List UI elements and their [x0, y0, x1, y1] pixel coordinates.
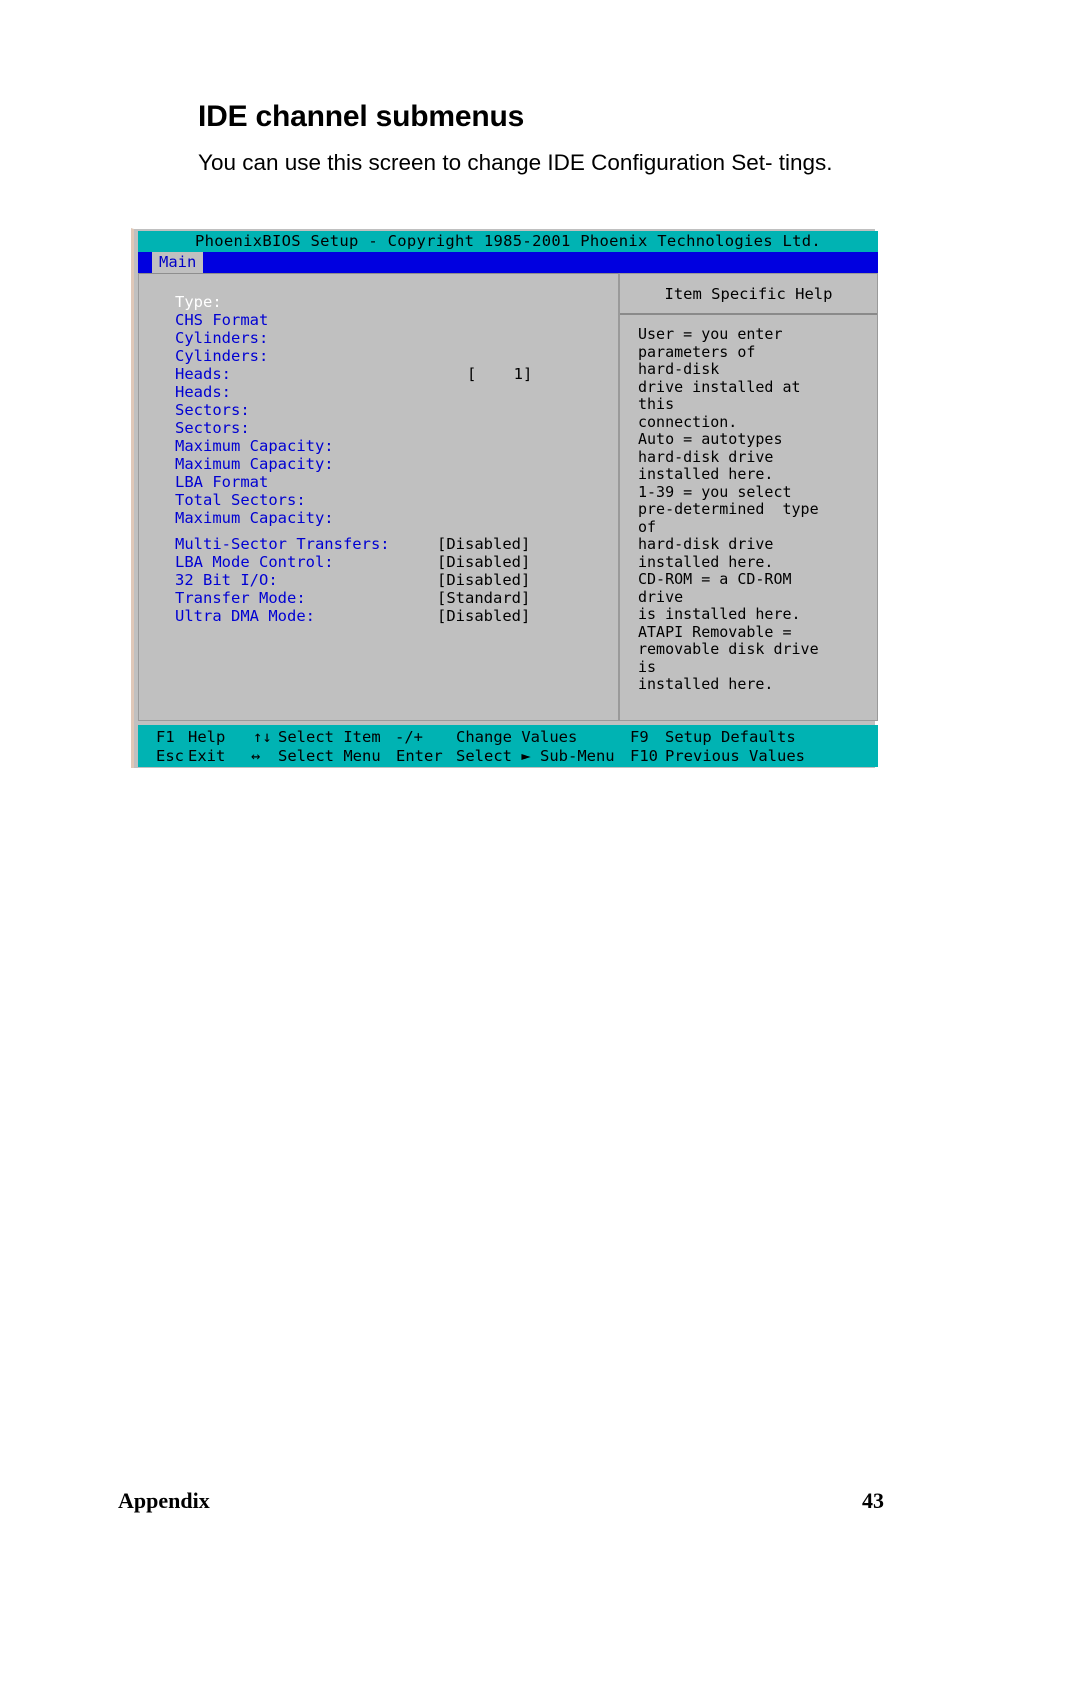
setting-label: Heads: — [175, 365, 231, 383]
page-title: IDE channel submenus — [198, 100, 525, 133]
setting-label: CHS Format — [175, 311, 269, 329]
setting-label: Transfer Mode: — [175, 589, 306, 607]
key-enter-action: Select ► Sub-Menu — [456, 747, 615, 765]
setting-label: 32 Bit I/O: — [175, 571, 278, 589]
key-updown[interactable]: ↑↓ — [253, 728, 272, 747]
key-legend-row-1: F1 Help ↑↓ Select Item -/+ Change Values… — [138, 728, 878, 747]
setting-row[interactable]: Maximum Capacity: — [175, 509, 605, 535]
setting-value[interactable]: [Disabled] — [437, 571, 530, 589]
setting-label: Total Sectors: — [175, 491, 306, 509]
setting-label: Heads: — [175, 383, 231, 401]
footer-page-number: 43 — [862, 1488, 884, 1513]
setting-label: Multi-Sector Transfers: — [175, 535, 390, 553]
setting-label: LBA Mode Control: — [175, 553, 334, 571]
bios-setup-screenshot: PhoenixBIOS Setup - Copyright 1985-2001 … — [131, 228, 878, 768]
setting-label: Sectors: — [175, 401, 250, 419]
setting-value[interactable]: [Disabled] — [437, 607, 530, 625]
bios-content-area: Type: CHS Format Cylinders: Cylinders: H… — [138, 273, 878, 723]
key-esc[interactable]: Esc — [156, 747, 184, 766]
tab-main[interactable]: Main — [152, 252, 204, 273]
setting-row[interactable]: Cylinders: — [175, 347, 605, 365]
setting-row[interactable]: 32 Bit I/O: [Disabled] — [175, 571, 605, 589]
help-panel-title: Item Specific Help — [620, 274, 877, 315]
key-legend-row-2: Esc Exit ↔ Select Menu Enter Select ► Su… — [138, 747, 878, 766]
bios-key-legend-bar: F1 Help ↑↓ Select Item -/+ Change Values… — [138, 725, 878, 767]
setting-row[interactable]: Total Sectors: — [175, 491, 605, 509]
setting-value[interactable]: [Disabled] — [437, 553, 530, 571]
setting-label: Maximum Capacity: — [175, 437, 334, 455]
bios-settings-panel: Type: CHS Format Cylinders: Cylinders: H… — [138, 273, 619, 721]
key-leftright-action: Select Menu — [278, 747, 381, 765]
setting-label: Ultra DMA Mode: — [175, 607, 315, 625]
key-esc-action: Exit — [188, 747, 226, 765]
setting-label: Maximum Capacity: — [175, 509, 334, 527]
setting-row[interactable]: Ultra DMA Mode: [Disabled] — [175, 607, 605, 625]
document-page: IDE channel submenus You can use this sc… — [0, 0, 1080, 1690]
key-minusplus[interactable]: -/+ — [395, 728, 423, 747]
setting-label: Sectors: — [175, 419, 250, 437]
key-updown-action: Select Item — [278, 728, 381, 746]
footer-section-label: Appendix — [118, 1488, 210, 1513]
setting-row[interactable]: Transfer Mode: [Standard] — [175, 589, 605, 607]
setting-row[interactable]: Maximum Capacity: — [175, 455, 605, 473]
setting-value[interactable]: [Standard] — [437, 589, 530, 607]
setting-label: Maximum Capacity: — [175, 455, 334, 473]
setting-label: Type: — [175, 293, 222, 311]
settings-list: Type: CHS Format Cylinders: Cylinders: H… — [175, 293, 605, 625]
key-f1[interactable]: F1 — [156, 728, 175, 747]
setting-row[interactable]: Maximum Capacity: — [175, 437, 605, 455]
key-f10-action: Previous Values — [665, 747, 805, 765]
bios-menu-bar: Main — [138, 252, 878, 273]
key-f9[interactable]: F9 — [630, 728, 649, 747]
key-leftright[interactable]: ↔ — [251, 747, 260, 766]
setting-row[interactable]: Heads: — [175, 383, 605, 401]
key-f1-action: Help — [188, 728, 226, 746]
setting-row[interactable]: Cylinders: — [175, 329, 605, 347]
bios-titlebar: PhoenixBIOS Setup - Copyright 1985-2001 … — [138, 231, 878, 252]
setting-row[interactable]: Heads: [ 1] — [175, 365, 605, 383]
item-specific-help-panel: Item Specific Help User = you enter para… — [619, 273, 878, 721]
setting-row[interactable]: Sectors: — [175, 401, 605, 419]
key-enter[interactable]: Enter — [396, 747, 443, 766]
setting-row[interactable]: Sectors: — [175, 419, 605, 437]
setting-row[interactable]: Type: — [175, 293, 605, 311]
setting-row[interactable]: LBA Format — [175, 473, 605, 491]
setting-label: Cylinders: — [175, 329, 269, 347]
setting-row[interactable]: Multi-Sector Transfers: [Disabled] — [175, 535, 605, 553]
setting-row[interactable]: CHS Format — [175, 311, 605, 329]
setting-row[interactable]: LBA Mode Control: [Disabled] — [175, 553, 605, 571]
setting-label: LBA Format — [175, 473, 269, 491]
setting-value: [ 1] — [467, 365, 533, 383]
intro-paragraph: You can use this screen to change IDE Co… — [198, 150, 833, 175]
setting-label: Cylinders: — [175, 347, 269, 365]
setting-value[interactable]: [Disabled] — [437, 535, 530, 553]
key-f10[interactable]: F10 — [630, 747, 658, 766]
key-f9-action: Setup Defaults — [665, 728, 796, 746]
key-minusplus-action: Change Values — [456, 728, 578, 746]
help-panel-text: User = you enter parameters of hard-disk… — [638, 325, 819, 693]
